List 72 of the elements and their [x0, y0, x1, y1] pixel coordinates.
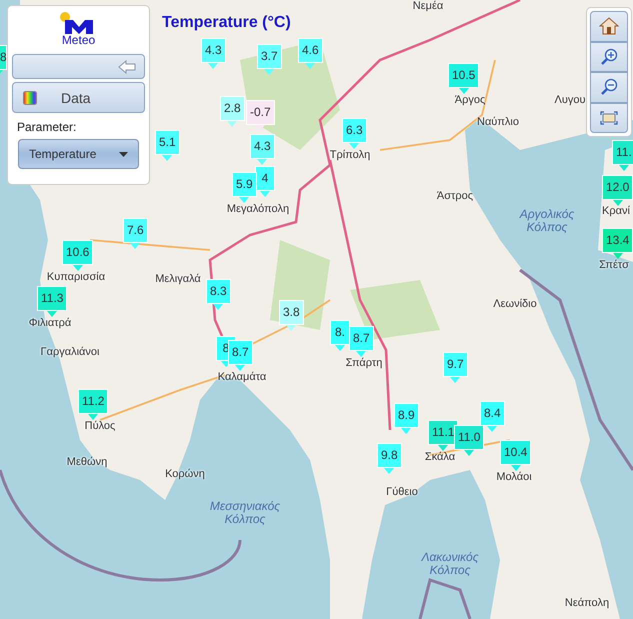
temperature-marker[interactable]: 11.3 [37, 286, 68, 317]
temperature-marker[interactable]: 4.6 [298, 38, 323, 69]
back-arrow-icon [118, 60, 136, 74]
place-label: Άστρος [436, 190, 474, 203]
temperature-marker[interactable]: 5.9 [232, 172, 257, 203]
parameter-dropdown[interactable]: Temperature [18, 139, 139, 169]
temperature-marker[interactable]: 8.7 [349, 326, 374, 357]
temperature-marker[interactable]: 6.3 [342, 118, 367, 149]
temperature-marker[interactable]: 8.9 [394, 403, 419, 434]
temperature-marker[interactable]: 10.5 [448, 63, 480, 94]
parameter-label: Parameter: [17, 120, 78, 134]
temperature-marker[interactable]: 2.8 [220, 96, 245, 127]
place-label: Φιλιατρά [28, 317, 72, 330]
full-extent-icon [600, 110, 618, 125]
caret-icon [119, 152, 128, 156]
temperature-marker[interactable]: 5.1 [155, 130, 180, 161]
place-label: Κορώνη [165, 468, 205, 481]
collapse-button[interactable] [12, 54, 145, 79]
temperature-marker[interactable]: 8.3 [206, 279, 231, 310]
house-icon [599, 17, 619, 36]
temperature-marker[interactable]: 7.6 [123, 218, 148, 249]
place-label: Σπέτσ [599, 259, 629, 272]
place-label: Λεωνίδιο [493, 298, 537, 311]
color-spectrum-icon [23, 90, 37, 104]
zoom-in-icon [600, 48, 618, 66]
place-label: Μολάοι [496, 471, 532, 484]
home-button[interactable] [590, 11, 628, 42]
zoom-in-button[interactable] [590, 42, 628, 72]
place-label: Τρίπολη [330, 149, 370, 162]
temperature-marker[interactable]: 3.8 [279, 300, 304, 331]
place-label: Γύθειο [386, 486, 418, 499]
temperature-marker[interactable]: 13.4 [602, 228, 633, 259]
place-label: Λυγου [554, 94, 586, 107]
temperature-marker[interactable]: 4.3 [201, 38, 226, 69]
place-label: Κυπαρισσία [46, 271, 106, 284]
place-label: Πύλος [84, 420, 116, 433]
temperature-marker[interactable]: 9.8 [377, 443, 402, 474]
temperature-marker[interactable]: 4.3 [250, 134, 275, 165]
temperature-marker[interactable]: 11.0 [454, 425, 484, 456]
place-label: Σπάρτη [346, 357, 382, 370]
temperature-marker[interactable]: 8.4 [480, 401, 505, 432]
temperature-marker[interactable]: 11. [612, 140, 633, 171]
temperature-marker[interactable]: 8.7 [228, 340, 253, 371]
temperature-marker[interactable]: 3.7 [257, 44, 282, 75]
zoom-out-icon [600, 78, 618, 96]
place-label: Ναύπλιο [477, 116, 519, 129]
place-label: Μεθώνη [66, 456, 108, 469]
temperature-marker[interactable]: 11.2 [78, 389, 108, 420]
place-label: Γαργαλιάνοι [40, 346, 100, 359]
place-label: Νεάπολη [564, 597, 610, 610]
sea-label: Λακωνικός Κόλπος [421, 551, 479, 577]
temperature-marker[interactable]: 4 [255, 166, 275, 197]
sea-label: Μεσσηνιακός Κόλπος [210, 500, 280, 526]
zoom-out-button[interactable] [590, 72, 628, 102]
place-label: Μεγαλόπολη [226, 203, 290, 216]
temperature-marker[interactable]: 10.6 [62, 240, 94, 271]
place-label: Άργος [454, 94, 486, 107]
place-label: Σκάλα [424, 451, 456, 464]
map-title: Temperature (°C) [162, 14, 291, 32]
place-label: Καλαμάτα [218, 371, 266, 384]
full-extent-button[interactable] [590, 102, 628, 133]
place-label: Νεμέα [412, 0, 444, 13]
temperature-marker[interactable]: 10.4 [500, 440, 532, 471]
place-label: Μελιγαλά [155, 273, 201, 286]
temperature-marker[interactable]: 9.7 [443, 352, 468, 383]
logo-text: Meteo [62, 34, 96, 47]
temperature-marker[interactable]: 8. [330, 320, 350, 351]
temperature-marker[interactable]: 12.0 [602, 175, 633, 206]
data-button[interactable]: Data [12, 82, 145, 113]
temperature-marker[interactable]: -0.7 [246, 100, 275, 131]
place-label: Κρανί [602, 205, 630, 218]
sea-label: Αργολικός Κόλπος [520, 208, 574, 234]
